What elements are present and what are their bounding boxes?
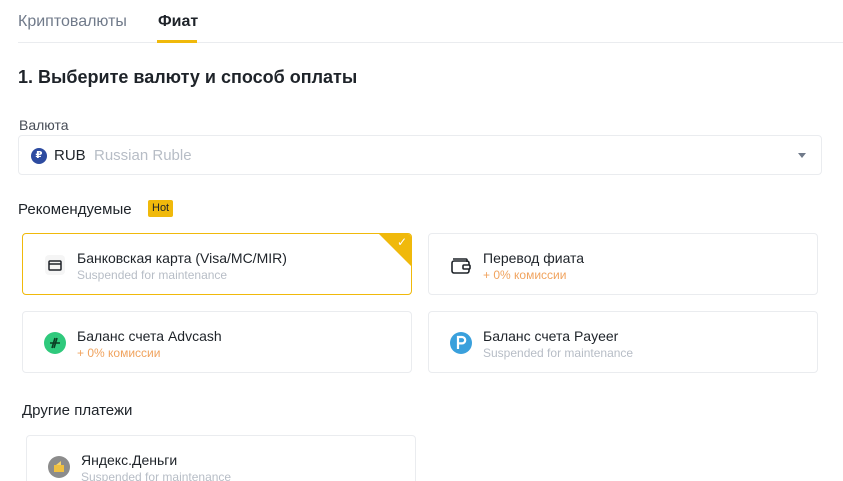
recommended-label: Рекомендуемые — [18, 201, 132, 218]
currency-name: Russian Ruble — [94, 147, 192, 164]
advcash-icon — [44, 332, 66, 354]
tab-fiat[interactable]: Фиат — [158, 13, 198, 31]
payment-method-fiat-transfer[interactable]: Перевод фиата + 0% комиссии — [428, 233, 818, 295]
check-icon: ✓ — [396, 235, 407, 249]
method-title: Банковская карта (Visa/MC/MIR) — [77, 250, 287, 266]
method-subtitle: + 0% комиссии — [483, 268, 567, 282]
active-tab-indicator — [157, 40, 197, 43]
tab-bar: Криптовалюты Фиат — [18, 0, 843, 43]
payment-method-bank-card[interactable]: Банковская карта (Visa/MC/MIR) Suspended… — [22, 233, 412, 295]
payment-method-yandex-money[interactable]: Яндекс.Деньги Suspended for maintenance — [26, 435, 416, 481]
method-subtitle: Suspended for maintenance — [77, 268, 228, 282]
payeer-icon — [450, 332, 472, 354]
card-icon — [45, 255, 65, 275]
tab-crypto[interactable]: Криптовалюты — [18, 13, 127, 31]
wallet-icon — [451, 258, 471, 274]
method-title: Яндекс.Деньги — [81, 452, 178, 468]
method-title: Баланс счета Payeer — [483, 328, 619, 344]
hot-badge: Hot — [148, 200, 174, 217]
payment-method-payeer[interactable]: Баланс счета Payeer Suspended for mainte… — [428, 311, 818, 373]
currency-code: RUB — [54, 147, 86, 164]
yandex-money-icon — [48, 456, 70, 478]
currency-select[interactable]: ₽ RUB Russian Ruble — [18, 135, 822, 175]
section-title: 1. Выберите валюту и способ оплаты — [18, 67, 358, 87]
method-subtitle: Suspended for maintenance — [483, 346, 634, 360]
ruble-coin-icon: ₽ — [31, 148, 47, 164]
currency-label: Валюта — [19, 117, 69, 133]
payment-method-advcash[interactable]: Баланс счета Advcash + 0% комиссии — [22, 311, 412, 373]
method-subtitle: + 0% комиссии — [77, 346, 161, 360]
chevron-down-icon — [798, 153, 806, 158]
method-title: Баланс счета Advcash — [77, 328, 222, 344]
other-payments-label: Другие платежи — [22, 402, 133, 419]
method-subtitle: Suspended for maintenance — [81, 470, 232, 481]
method-title: Перевод фиата — [483, 250, 585, 266]
